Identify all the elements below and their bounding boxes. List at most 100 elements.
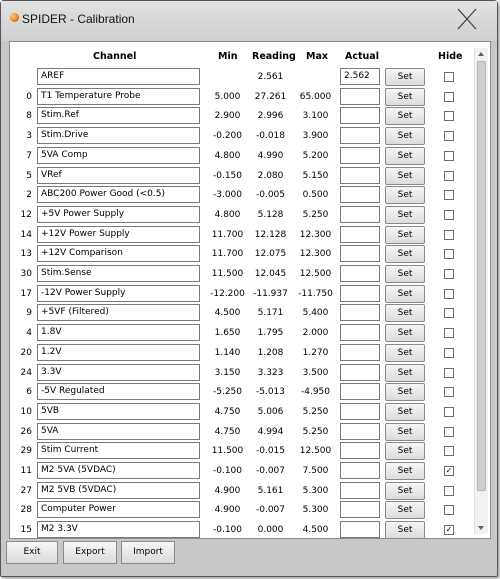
hide-checkbox[interactable] <box>444 347 454 358</box>
actual-input[interactable] <box>340 225 380 243</box>
vertical-scrollbar[interactable] <box>474 48 488 534</box>
hide-checkbox[interactable] <box>444 111 454 122</box>
channel-name-field[interactable]: Stim.Drive <box>37 127 200 145</box>
channel-name-field[interactable]: M2 3.3V <box>37 521 200 539</box>
set-button[interactable]: Set <box>385 363 425 382</box>
set-button[interactable]: Set <box>385 68 425 86</box>
hide-checkbox[interactable] <box>444 406 454 417</box>
channel-name-field[interactable]: VRef <box>37 166 200 184</box>
set-button[interactable]: Set <box>385 186 425 205</box>
hide-checkbox[interactable]: ✓ <box>444 525 454 536</box>
actual-input[interactable] <box>340 127 380 145</box>
channel-name-field[interactable]: 1.2V <box>37 343 200 361</box>
actual-input[interactable] <box>340 245 380 263</box>
set-button[interactable]: Set <box>385 343 425 362</box>
hide-checkbox[interactable] <box>444 426 454 437</box>
hide-checkbox[interactable] <box>444 446 454 457</box>
set-button[interactable]: Set <box>385 442 425 461</box>
actual-input[interactable] <box>340 422 380 440</box>
actual-input[interactable] <box>340 481 380 499</box>
set-button[interactable]: Set <box>385 127 425 146</box>
close-button[interactable] <box>452 5 482 33</box>
set-button[interactable]: Set <box>385 481 425 500</box>
channel-name-field[interactable]: M2 5VA (5VDAC) <box>37 462 200 479</box>
channel-name-field[interactable]: +5VF (Filtered) <box>37 304 200 322</box>
import-button[interactable]: Import <box>121 541 175 564</box>
set-button[interactable]: Set <box>385 402 425 421</box>
hide-checkbox[interactable] <box>444 131 454 142</box>
hide-checkbox[interactable] <box>444 269 454 279</box>
hide-checkbox[interactable]: ✓ <box>444 466 454 476</box>
hide-checkbox[interactable] <box>444 249 454 260</box>
set-button[interactable]: Set <box>385 462 425 480</box>
hide-checkbox[interactable] <box>444 367 454 378</box>
hide-checkbox[interactable] <box>444 72 454 82</box>
set-button[interactable]: Set <box>385 324 425 343</box>
actual-input[interactable] <box>340 343 380 361</box>
set-button[interactable]: Set <box>385 422 425 441</box>
set-button[interactable]: Set <box>385 501 425 520</box>
actual-input[interactable] <box>340 166 380 184</box>
hide-checkbox[interactable] <box>444 387 454 398</box>
actual-input[interactable] <box>340 521 380 539</box>
actual-input[interactable] <box>340 186 380 204</box>
set-button[interactable]: Set <box>385 245 425 264</box>
channel-name-field[interactable]: 3.3V <box>37 363 200 381</box>
channel-name-field[interactable]: +12V Comparison <box>37 245 200 263</box>
channel-name-field[interactable]: 1.8V <box>37 324 200 342</box>
channel-name-field[interactable]: AREF <box>37 68 200 85</box>
actual-input[interactable] <box>340 304 380 322</box>
hide-checkbox[interactable] <box>444 150 454 161</box>
scroll-up-arrow-icon[interactable] <box>475 48 488 60</box>
channel-name-field[interactable]: -5V Regulated <box>37 383 200 401</box>
actual-input[interactable] <box>340 442 380 460</box>
channel-name-field[interactable]: Stim.Sense <box>37 265 200 282</box>
hide-checkbox[interactable] <box>444 229 454 240</box>
hide-checkbox[interactable] <box>444 288 454 299</box>
channel-name-field[interactable]: +5V Power Supply <box>37 205 200 223</box>
hide-checkbox[interactable] <box>444 209 454 220</box>
actual-input[interactable] <box>340 87 380 105</box>
scroll-thumb[interactable] <box>477 61 486 491</box>
channel-name-field[interactable]: T1 Temperature Probe <box>37 87 200 105</box>
channel-name-field[interactable]: +12V Power Supply <box>37 225 200 243</box>
actual-input[interactable] <box>340 146 380 164</box>
hide-checkbox[interactable] <box>444 91 454 102</box>
hide-checkbox[interactable] <box>444 170 454 181</box>
hide-checkbox[interactable] <box>444 485 454 496</box>
actual-input[interactable] <box>340 107 380 125</box>
channel-name-field[interactable]: -12V Power Supply <box>37 284 200 302</box>
actual-input[interactable] <box>340 383 380 401</box>
set-button[interactable]: Set <box>385 225 425 244</box>
channel-name-field[interactable]: Stim Current <box>37 442 200 460</box>
actual-input[interactable] <box>340 265 380 282</box>
set-button[interactable]: Set <box>385 107 425 126</box>
channel-name-field[interactable]: 5VB <box>37 402 200 420</box>
actual-input[interactable] <box>340 284 380 302</box>
hide-checkbox[interactable] <box>444 190 454 201</box>
hide-checkbox[interactable] <box>444 328 454 339</box>
channel-name-field[interactable]: M2 5VB (5VDAC) <box>37 481 200 499</box>
hide-checkbox[interactable] <box>444 308 454 319</box>
channel-name-field[interactable]: Computer Power <box>37 501 200 519</box>
set-button[interactable]: Set <box>385 146 425 165</box>
channel-name-field[interactable]: 5VA Comp <box>37 146 200 164</box>
actual-input[interactable]: 2.562 <box>340 68 380 85</box>
channel-name-field[interactable]: ABC200 Power Good (<0.5) <box>37 186 200 204</box>
set-button[interactable]: Set <box>385 87 425 106</box>
channel-name-field[interactable]: 5VA <box>37 422 200 440</box>
exit-button[interactable]: Exit <box>6 541 58 564</box>
hide-checkbox[interactable] <box>444 505 454 516</box>
title-bar[interactable]: SPIDER - Calibration <box>1 1 497 41</box>
set-button[interactable]: Set <box>385 265 425 283</box>
actual-input[interactable] <box>340 363 380 381</box>
actual-input[interactable] <box>340 324 380 342</box>
export-button[interactable]: Export <box>63 541 117 564</box>
set-button[interactable]: Set <box>385 383 425 402</box>
scroll-down-arrow-icon[interactable] <box>475 522 488 534</box>
channel-name-field[interactable]: Stim.Ref <box>37 107 200 125</box>
actual-input[interactable] <box>340 205 380 223</box>
actual-input[interactable] <box>340 462 380 479</box>
set-button[interactable]: Set <box>385 521 425 540</box>
set-button[interactable]: Set <box>385 284 425 303</box>
